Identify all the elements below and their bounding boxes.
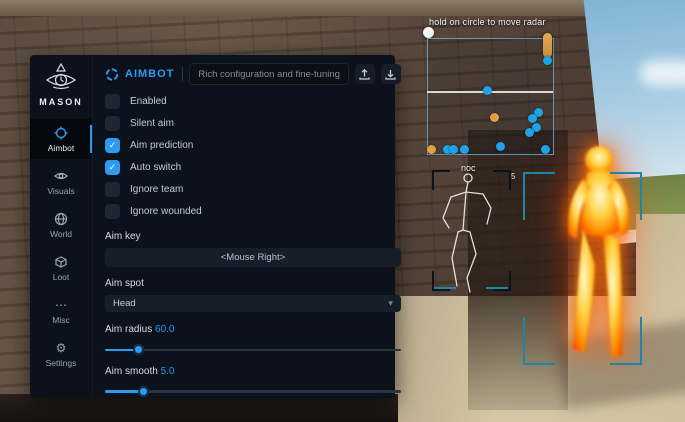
aim-radius-slider[interactable] — [105, 344, 401, 353]
aim-spot-value: Head — [113, 298, 136, 309]
crosshair-icon — [54, 126, 68, 140]
sidebar-item-label: Loot — [53, 272, 70, 282]
chevron-down-icon: ▾ — [388, 298, 393, 309]
player-box-corner-br — [610, 317, 642, 365]
radar-enemy-dot — [483, 86, 492, 95]
skeleton-box-teal-right — [486, 287, 508, 289]
box-icon — [54, 255, 68, 269]
checkbox-ignore-team[interactable]: ✓ Ignore team — [105, 182, 401, 197]
page-subtitle: Rich configuration and fine-tuning — [189, 63, 349, 85]
circle-spinner-icon — [105, 67, 119, 81]
radar-friendly-dot — [490, 113, 499, 122]
esp-distance-label: 5 — [511, 172, 515, 181]
eye-icon — [54, 169, 68, 183]
checkbox-box[interactable]: ✓ — [105, 138, 120, 153]
checkbox-ignore-wounded[interactable]: ✓ Ignore wounded — [105, 204, 401, 219]
gear-icon: ⚙ — [54, 341, 68, 355]
ellipsis-icon: ⋯ — [54, 298, 68, 312]
mason-eye-logo-icon — [44, 63, 78, 93]
sidebar-item-visuals[interactable]: Visuals — [30, 162, 92, 202]
aim-key-label: Aim key — [105, 231, 401, 242]
cheat-menu-window: MASON Aimbot Visuals World — [30, 55, 395, 398]
sidebar-item-misc[interactable]: ⋯ Misc — [30, 291, 92, 331]
radar-enemy-dot — [525, 128, 534, 137]
sidebar-item-aimbot[interactable]: Aimbot — [30, 119, 92, 159]
download-icon — [385, 69, 396, 80]
checkbox-label: Aim prediction — [130, 140, 193, 151]
header-divider — [182, 67, 183, 81]
sidebar-item-label: World — [50, 229, 72, 239]
checkbox-box[interactable]: ✓ — [105, 204, 120, 219]
aim-spot-label: Aim spot — [105, 278, 401, 289]
upload-config-button[interactable] — [355, 64, 375, 84]
checkbox-enabled[interactable]: ✓ Enabled — [105, 94, 401, 109]
sidebar-item-label: Visuals — [47, 186, 74, 196]
upload-icon — [359, 69, 370, 80]
wall-top-edge — [0, 0, 685, 16]
slider-thumb[interactable] — [138, 386, 149, 397]
aim-smooth-slider[interactable] — [105, 386, 401, 395]
radar-panel[interactable] — [427, 38, 554, 155]
checkbox-box[interactable]: ✓ — [105, 116, 120, 131]
player-box-corner-tr — [610, 172, 642, 220]
radar-enemy-dot — [449, 145, 458, 154]
checkbox-auto-switch[interactable]: ✓ Auto switch — [105, 160, 401, 175]
checkbox-label: Ignore wounded — [130, 206, 202, 217]
radar-friendly-dot — [427, 145, 436, 154]
aim-radius-label: Aim radius 60.0 — [105, 324, 401, 335]
radar-enemy-dot — [496, 142, 505, 151]
radar-enemy-dot — [528, 114, 537, 123]
checkbox-aim-prediction[interactable]: ✓ Aim prediction — [105, 138, 401, 153]
radar-move-hint: hold on circle to move radar — [429, 17, 546, 27]
skeleton-box-teal-left — [434, 287, 456, 289]
aimbot-page: AIMBOT Rich configuration and fine-tunin… — [93, 55, 412, 398]
radar-offscreen-indicator — [543, 33, 552, 58]
page-header: AIMBOT Rich configuration and fine-tunin… — [105, 63, 401, 85]
download-config-button[interactable] — [381, 64, 401, 84]
brand-logo: MASON — [39, 63, 83, 107]
page-title: AIMBOT — [125, 68, 174, 80]
skeleton-box-corner-tr — [493, 170, 511, 190]
aim-radius-value: 60.0 — [155, 324, 174, 335]
player-box-corner-bl — [523, 317, 555, 365]
brand-name: MASON — [39, 97, 83, 107]
checkbox-box[interactable]: ✓ — [105, 182, 120, 197]
cloud — [640, 60, 685, 86]
checkbox-box[interactable]: ✓ — [105, 94, 120, 109]
checkbox-label: Ignore team — [130, 184, 183, 195]
sidebar-item-world[interactable]: World — [30, 205, 92, 245]
slider-thumb[interactable] — [133, 344, 144, 355]
checkbox-silent-aim[interactable]: ✓ Silent aim — [105, 116, 401, 131]
globe-icon — [54, 212, 68, 226]
checkbox-box[interactable]: ✓ — [105, 160, 120, 175]
player-box-corner-tl — [523, 172, 555, 220]
aim-smooth-label: Aim smooth 5.0 — [105, 366, 401, 377]
radar-enemy-dot — [543, 56, 552, 65]
aim-key-button[interactable]: <Mouse Right> — [105, 248, 401, 267]
sidebar-item-loot[interactable]: Loot — [30, 248, 92, 288]
sidebar-item-settings[interactable]: ⚙ Settings — [30, 334, 92, 374]
sidebar: MASON Aimbot Visuals World — [30, 55, 93, 398]
sidebar-item-label: Aimbot — [48, 143, 74, 153]
esp-player-name: noc — [461, 163, 476, 173]
checkbox-label: Enabled — [130, 96, 167, 107]
radar-enemy-dot — [541, 145, 550, 154]
skeleton-box-corner-tl — [432, 170, 450, 190]
aim-smooth-value: 5.0 — [161, 366, 175, 377]
radar-enemy-dot — [460, 145, 469, 154]
checkbox-label: Auto switch — [130, 162, 181, 173]
dark-foreground — [0, 394, 398, 422]
checkbox-label: Silent aim — [130, 118, 174, 129]
sidebar-item-label: Misc — [52, 315, 69, 325]
radar-move-handle[interactable] — [423, 27, 434, 38]
sidebar-item-label: Settings — [46, 358, 77, 368]
aim-spot-select[interactable]: Head ▾ — [105, 295, 401, 313]
